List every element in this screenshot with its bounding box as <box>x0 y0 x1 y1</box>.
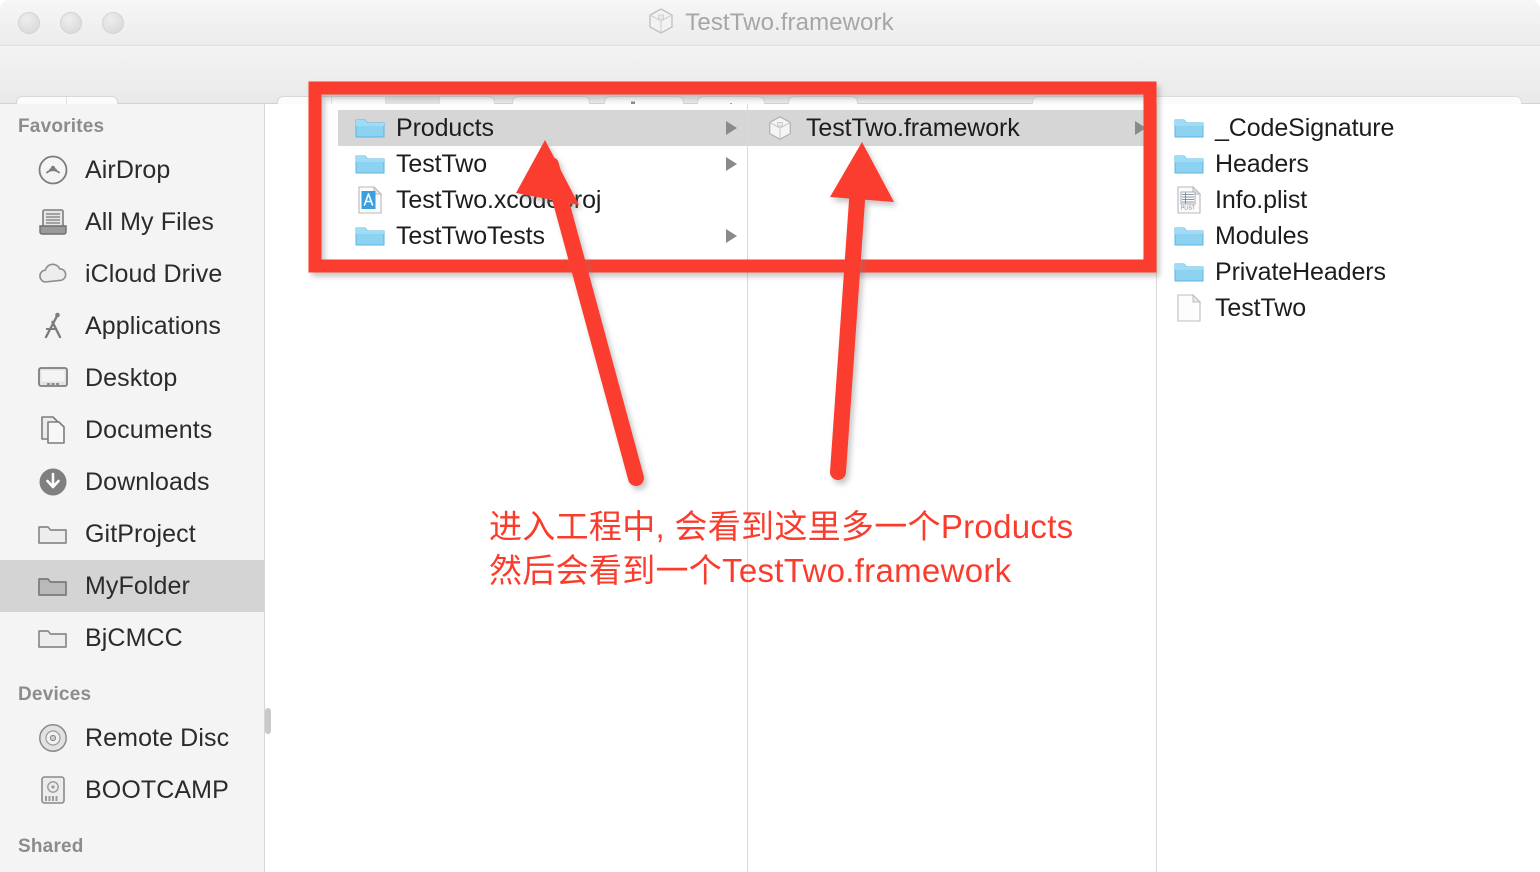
sidebar-item-myfolder[interactable]: MyFolder <box>0 560 264 612</box>
airdrop-icon <box>36 153 70 187</box>
toolbar: Search <box>0 46 1540 138</box>
blue-folder-icon <box>355 149 385 179</box>
title-bar: TestTwo.framework <box>0 0 1540 46</box>
sidebar-item-label: Applications <box>85 311 222 340</box>
scrollbar-thumb[interactable] <box>265 708 271 734</box>
sidebar-item-label: All My Files <box>85 207 214 236</box>
list-item[interactable]: PrivateHeaders <box>1157 254 1540 290</box>
blue-folder-icon <box>1174 257 1204 287</box>
list-item[interactable]: Modules <box>1157 218 1540 254</box>
sidebar-item-label: Downloads <box>85 467 210 496</box>
list-item-label: PrivateHeaders <box>1215 257 1386 286</box>
chevron-right-icon[interactable] <box>726 229 737 243</box>
list-item-label: TestTwo.framework <box>806 113 1020 142</box>
list-item[interactable]: TestTwo <box>338 146 747 182</box>
window-title: TestTwo.framework <box>685 9 894 36</box>
sidebar-item-gitproject[interactable]: GitProject <box>0 508 264 560</box>
framework-cube-icon <box>646 6 676 41</box>
list-item-label: Modules <box>1215 221 1309 250</box>
sidebar-section-favorites-header: Favorites <box>18 116 105 137</box>
column-3: _CodeSignature Headers PLIST Info.plist … <box>1157 104 1540 872</box>
list-item[interactable]: _CodeSignature <box>1157 110 1540 146</box>
sidebar-item-documents[interactable]: Documents <box>0 404 264 456</box>
list-item-label: _CodeSignature <box>1215 113 1395 142</box>
sidebar-item-label: Desktop <box>85 363 178 392</box>
window-title-group: TestTwo.framework <box>0 0 1540 46</box>
sidebar-item-label: BjCMCC <box>85 623 183 652</box>
sidebar-item-bjcmcc[interactable]: BjCMCC <box>0 612 264 664</box>
plist-icon: PLIST <box>1174 185 1204 215</box>
list-item-label: Products <box>396 113 494 142</box>
sidebar-item-label: iCloud Drive <box>85 259 223 288</box>
sidebar-item-desktop[interactable]: Desktop <box>0 352 264 404</box>
list-item-label: TestTwo <box>396 149 487 178</box>
column-2: TestTwo.framework <box>748 104 1157 872</box>
finder-window: TestTwo.framework Favorites AirDrop All … <box>0 0 1540 872</box>
blue-folder-icon <box>355 113 385 143</box>
sidebar-item-remote-disc[interactable]: Remote Disc <box>0 712 264 764</box>
chevron-right-icon[interactable] <box>726 157 737 171</box>
folder-icon <box>36 569 70 603</box>
blue-folder-icon <box>1174 113 1204 143</box>
disc-icon <box>36 721 70 755</box>
hard-drive-icon <box>36 773 70 807</box>
sidebar: Favorites AirDrop All My Files iCloud Dr… <box>0 104 265 872</box>
list-item[interactable]: Products <box>338 110 747 146</box>
chevron-right-icon[interactable] <box>726 121 737 135</box>
sidebar-item-downloads[interactable]: Downloads <box>0 456 264 508</box>
list-item-label: TestTwo.xcodeproj <box>396 185 602 214</box>
downloads-icon <box>36 465 70 499</box>
sidebar-item-applications[interactable]: Applications <box>0 300 264 352</box>
blank-document-icon <box>1174 293 1204 323</box>
framework-cube-icon <box>765 113 795 143</box>
sidebar-item-label: BOOTCAMP <box>85 775 229 804</box>
sidebar-item-label: GitProject <box>85 519 196 548</box>
sidebar-section-devices-header: Devices <box>18 684 92 705</box>
list-item-label: TestTwo <box>1215 293 1306 322</box>
blue-folder-icon <box>1174 149 1204 179</box>
applications-icon <box>36 309 70 343</box>
list-item[interactable]: PLIST Info.plist <box>1157 182 1540 218</box>
column-1: Products TestTwo TestTwo.xcodeproj TestT… <box>338 104 748 872</box>
sidebar-item-bootcamp[interactable]: BOOTCAMP <box>0 764 264 816</box>
list-item[interactable]: TestTwo.xcodeproj <box>338 182 747 218</box>
xcodeproj-icon <box>355 185 385 215</box>
list-item-label: TestTwoTests <box>396 221 545 250</box>
list-item-label: Headers <box>1215 149 1309 178</box>
sidebar-item-label: MyFolder <box>85 571 190 600</box>
desktop-icon <box>36 361 70 395</box>
sidebar-item-all-my-files[interactable]: All My Files <box>0 196 264 248</box>
documents-icon <box>36 413 70 447</box>
folder-icon <box>36 621 70 655</box>
sidebar-section-shared-header: Shared <box>18 836 84 857</box>
svg-text:PLIST: PLIST <box>1181 206 1195 212</box>
list-item[interactable]: Headers <box>1157 146 1540 182</box>
sidebar-item-airdrop[interactable]: AirDrop <box>0 144 264 196</box>
blue-folder-icon <box>1174 221 1204 251</box>
list-item[interactable]: TestTwoTests <box>338 218 747 254</box>
sidebar-item-label: Documents <box>85 415 213 444</box>
list-item-label: Info.plist <box>1215 185 1308 214</box>
blue-folder-icon <box>355 221 385 251</box>
chevron-right-icon[interactable] <box>1135 121 1146 135</box>
icloud-icon <box>36 257 70 291</box>
column-browser: Products TestTwo TestTwo.xcodeproj TestT… <box>265 104 1540 872</box>
sidebar-item-label: AirDrop <box>85 155 171 184</box>
sidebar-item-label: Remote Disc <box>85 723 230 752</box>
folder-icon <box>36 517 70 551</box>
sidebar-item-icloud-drive[interactable]: iCloud Drive <box>0 248 264 300</box>
list-item[interactable]: TestTwo <box>1157 290 1540 326</box>
all-my-files-icon <box>36 205 70 239</box>
list-item[interactable]: TestTwo.framework <box>748 110 1156 146</box>
